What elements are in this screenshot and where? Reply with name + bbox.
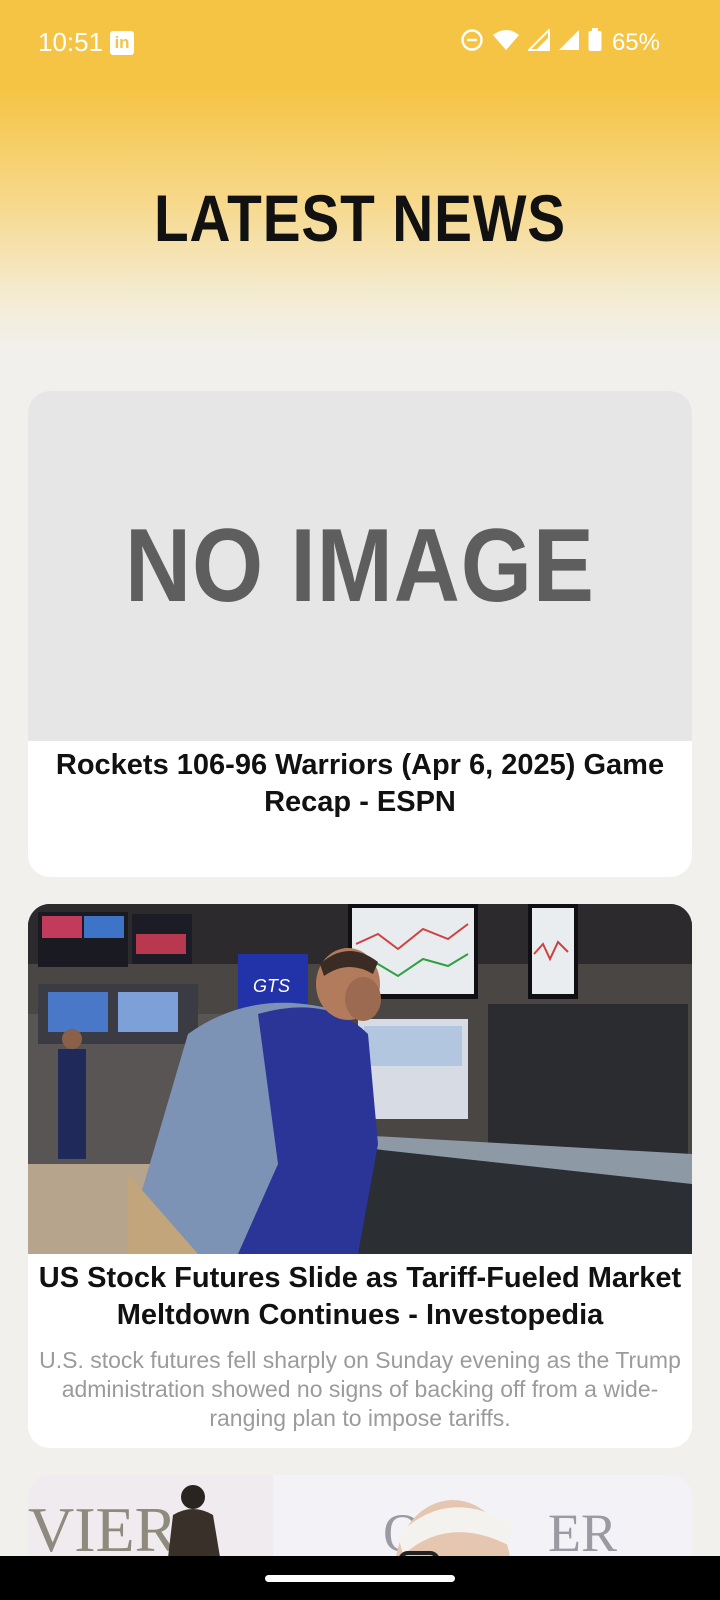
battery-percentage: 65% (611, 28, 660, 56)
battery-icon (588, 28, 602, 57)
no-image-placeholder: NO IMAGE (28, 391, 692, 741)
signal-icon (526, 27, 550, 56)
home-gesture-handle[interactable] (265, 1575, 455, 1582)
article-image: GTS (28, 904, 692, 1254)
article-title: US Stock Futures Slide as Tariff-Fueled … (38, 1262, 682, 1331)
wifi-icon (492, 28, 520, 57)
news-app-screen: 10:51 in 65% LATEST NEWS NO IMAGE Rocket… (0, 0, 720, 1600)
svg-text:GTS: GTS (253, 976, 290, 996)
news-card[interactable]: NO IMAGE Rockets 106-96 Warriors (Apr 6,… (28, 391, 692, 877)
status-icons: 65% (460, 27, 660, 57)
signal-icon (558, 29, 580, 56)
page-title: LATEST NEWS (153, 181, 567, 255)
news-card[interactable]: GTS US Stock Futures Slide as Tariff-Fue… (28, 904, 692, 1448)
article-title: Rockets 106-96 Warriors (Apr 6, 2025) Ga… (55, 749, 665, 818)
svg-text:ER: ER (548, 1503, 617, 1563)
status-time: 10:51 (38, 27, 104, 57)
svg-text:VIER: VIER (28, 1494, 178, 1565)
linkedin-icon: in (110, 31, 134, 55)
do-not-disturb-icon (460, 28, 484, 57)
system-navigation-bar (0, 1556, 720, 1600)
article-description: U.S. stock futures fell sharply on Sunda… (39, 1347, 681, 1431)
no-image-label: NO IMAGE (125, 507, 595, 624)
status-bar: 10:51 in 65% (0, 0, 720, 88)
